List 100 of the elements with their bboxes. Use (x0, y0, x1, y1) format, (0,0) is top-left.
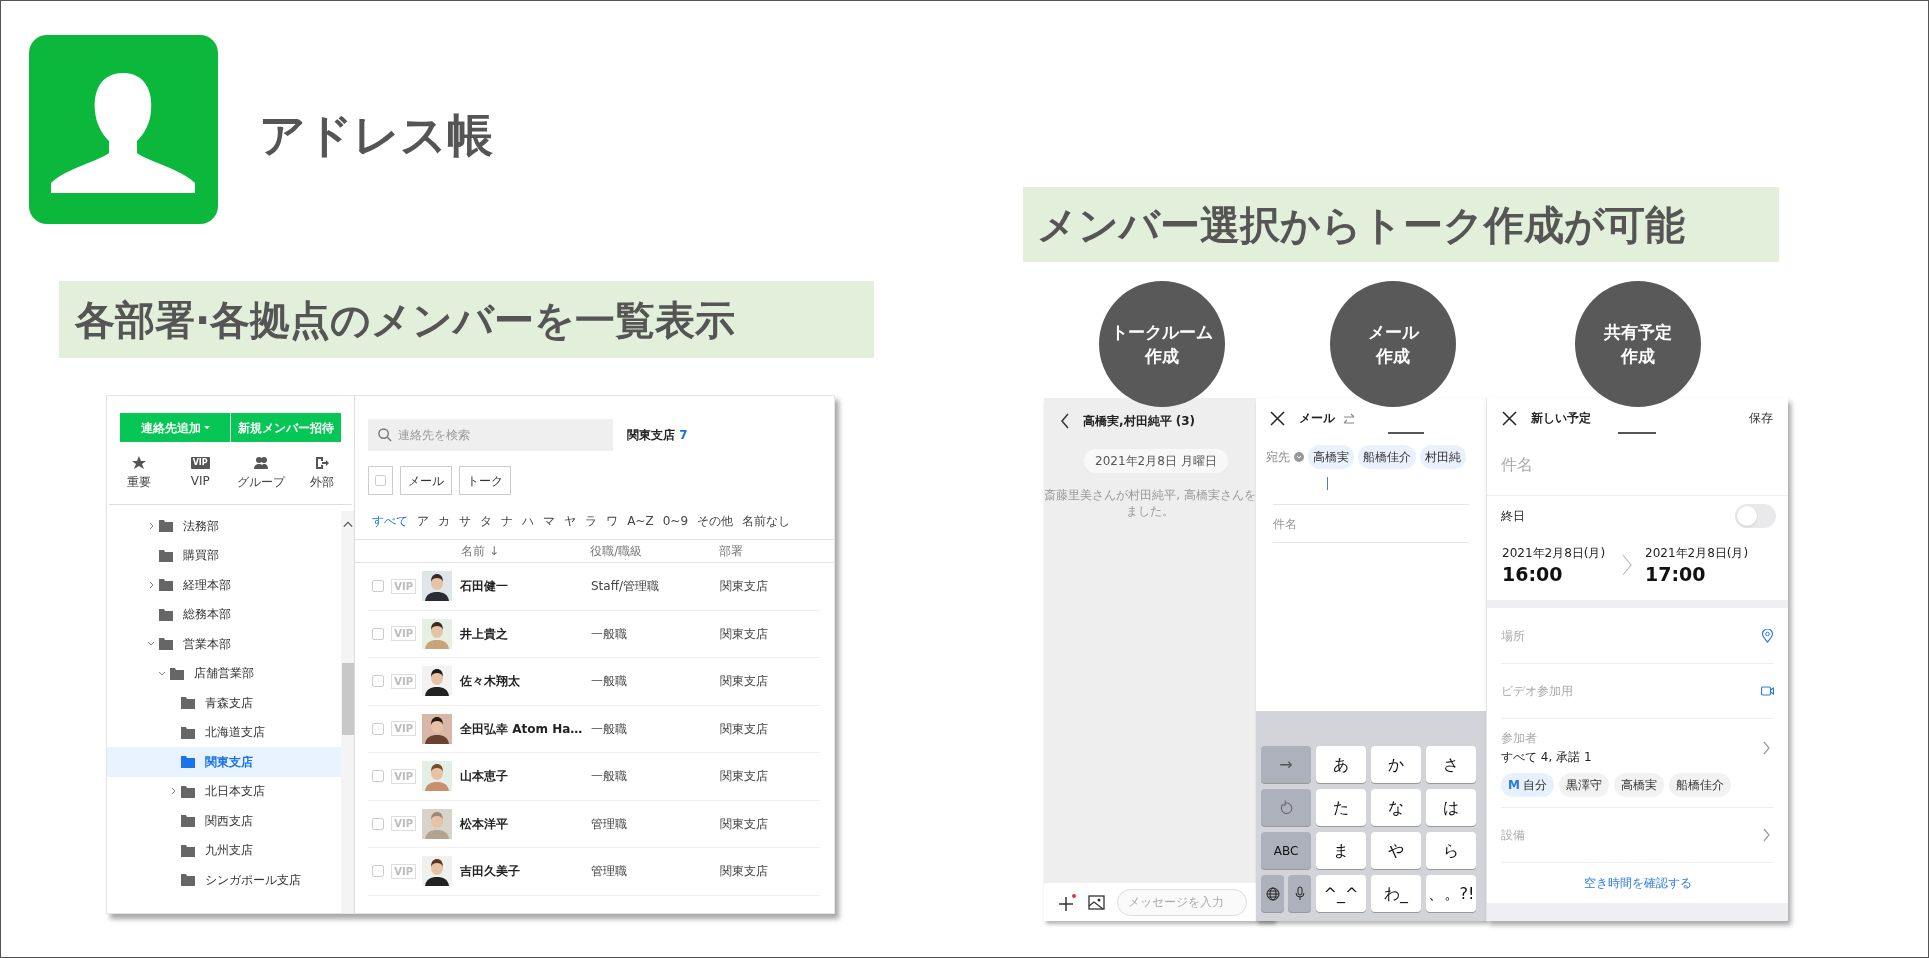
tree-item[interactable]: 店舗営業部 (107, 658, 342, 688)
chevron-right-icon[interactable] (148, 521, 154, 530)
checkbox[interactable] (372, 580, 385, 593)
filter-tab[interactable]: VIP (190, 471, 210, 490)
index-tab[interactable]: タ (480, 512, 493, 530)
tree-item[interactable]: 九州支店 (107, 835, 342, 865)
mic-key[interactable] (1288, 875, 1311, 912)
index-tab[interactable]: ナ (501, 512, 514, 530)
time-value[interactable]: 17:00 (1645, 562, 1760, 586)
checkbox[interactable] (372, 675, 385, 688)
member-name[interactable]: 全田弘幸 Atom Ha… (460, 719, 591, 738)
checkbox[interactable] (372, 865, 385, 878)
availability-link[interactable]: 空き時間を確認する (1583, 874, 1692, 892)
tree-item[interactable]: 購買部 (107, 540, 342, 570)
keyboard-key[interactable]: や (1371, 832, 1421, 869)
select-all-checkbox[interactable] (368, 466, 394, 495)
keyboard-key[interactable]: ま (1316, 832, 1366, 869)
toggle-switch[interactable] (1735, 504, 1776, 528)
tree-item[interactable]: 関東支店 (107, 747, 342, 777)
action-button[interactable]: トーク (459, 466, 512, 495)
index-tab[interactable]: 0~9 (662, 512, 688, 530)
chevron-right-icon[interactable] (1763, 740, 1770, 755)
image-icon[interactable] (1088, 894, 1105, 910)
filter-tab[interactable]: グループ (237, 473, 285, 491)
checkbox[interactable] (372, 627, 385, 640)
time-value[interactable]: 16:00 (1502, 562, 1617, 586)
checkbox[interactable] (372, 722, 385, 735)
close-icon[interactable] (1270, 410, 1285, 426)
keyboard-key[interactable]: た (1316, 789, 1366, 826)
recipient-chip[interactable]: 村田純 (1420, 445, 1466, 469)
keyboard-key[interactable]: ^_^ (1316, 875, 1366, 912)
index-tab[interactable]: ハ (522, 512, 535, 530)
tree-item[interactable]: 青森支店 (107, 688, 342, 718)
participant-chip[interactable]: M 自分 (1501, 773, 1554, 797)
tree-item[interactable]: 営業本部 (107, 629, 342, 659)
member-name[interactable]: 吉田久美子 (460, 862, 591, 881)
back-icon[interactable] (1061, 412, 1069, 429)
checkbox[interactable] (372, 817, 385, 830)
tree-item[interactable]: 総務本部 (107, 599, 342, 629)
index-tab[interactable]: すべて (372, 512, 409, 530)
index-tab[interactable]: カ (438, 512, 451, 530)
participant-chip[interactable]: 黒澤守 (1558, 773, 1609, 797)
scrollbar[interactable] (341, 511, 355, 913)
action-button[interactable]: メール (400, 466, 453, 495)
location-pin-icon[interactable] (1761, 628, 1774, 643)
index-tab[interactable]: マ (543, 512, 556, 530)
globe-key[interactable] (1261, 875, 1284, 912)
filter-tab[interactable]: 重要 (127, 473, 152, 491)
keyboard-key[interactable]: ら (1426, 832, 1476, 869)
chevron-right-icon[interactable] (1763, 828, 1770, 842)
drag-handle[interactable] (1388, 432, 1424, 434)
checkbox[interactable] (372, 770, 385, 783)
recipient-chip[interactable]: 高橋実 (1308, 445, 1354, 469)
drag-handle[interactable] (1618, 432, 1656, 434)
index-tab[interactable]: ラ (585, 512, 598, 530)
tree-item[interactable]: 法務部 (107, 511, 342, 541)
swap-icon[interactable] (1343, 412, 1355, 424)
filter-tab[interactable]: 外部 (309, 473, 334, 491)
keyboard-key[interactable]: ABC (1261, 832, 1311, 869)
recipient-chip[interactable]: 船橋佳介 (1358, 445, 1416, 469)
member-name[interactable]: 井上貴之 (460, 624, 591, 643)
tree-label: 営業本部 (183, 635, 231, 653)
undo-key[interactable] (1261, 789, 1311, 826)
index-tab[interactable]: その他 (697, 512, 733, 530)
video-camera-icon[interactable] (1761, 684, 1774, 698)
keyboard-key[interactable]: か (1371, 746, 1421, 783)
caret-up-icon[interactable] (342, 521, 353, 528)
index-tab[interactable]: ワ (606, 512, 619, 530)
tree-item[interactable]: 経理本部 (107, 570, 342, 600)
keyboard-key[interactable]: は (1426, 789, 1476, 826)
tree-item[interactable]: 関西支店 (107, 806, 342, 836)
index-tab[interactable]: A~Z (627, 512, 654, 530)
index-tab[interactable]: ヤ (564, 512, 577, 530)
participant-chip[interactable]: 船橋佳介 (1668, 773, 1731, 797)
keyboard-key[interactable]: わ_ (1371, 875, 1421, 912)
chevron-down-icon[interactable] (147, 641, 155, 647)
close-icon[interactable] (1502, 410, 1517, 426)
keyboard-key[interactable]: 、。?! (1426, 875, 1476, 912)
chevron-right-icon[interactable] (170, 787, 176, 796)
keyboard-key[interactable]: あ (1316, 746, 1366, 783)
member-name[interactable]: 石田健一 (460, 577, 591, 596)
column-header[interactable]: 名前 ↓ (461, 542, 591, 560)
member-name[interactable]: 山本恵子 (460, 767, 591, 786)
tree-item[interactable]: シンガポール支店 (107, 865, 342, 895)
tree-item[interactable]: 北日本支店 (107, 776, 342, 806)
index-tab[interactable]: ア (417, 512, 430, 530)
index-tab[interactable]: 名前なし (742, 512, 790, 530)
save-button[interactable]: 保存 (1749, 409, 1773, 427)
index-tab[interactable]: サ (459, 512, 472, 530)
tree-item[interactable]: 北海道支店 (107, 717, 342, 747)
chevron-down-icon[interactable] (158, 670, 166, 676)
keyboard-key[interactable]: さ (1426, 746, 1476, 783)
chevron-right-icon[interactable] (148, 580, 154, 589)
member-name[interactable]: 松本洋平 (460, 814, 591, 833)
keyboard-key[interactable]: な (1371, 789, 1421, 826)
chevron-down-icon[interactable] (1294, 452, 1304, 462)
member-name[interactable]: 佐々木翔太 (460, 672, 591, 691)
participant-chip[interactable]: 高橋実 (1613, 773, 1664, 797)
plus-icon[interactable] (1058, 893, 1076, 911)
scrollbar-thumb[interactable] (341, 663, 354, 735)
